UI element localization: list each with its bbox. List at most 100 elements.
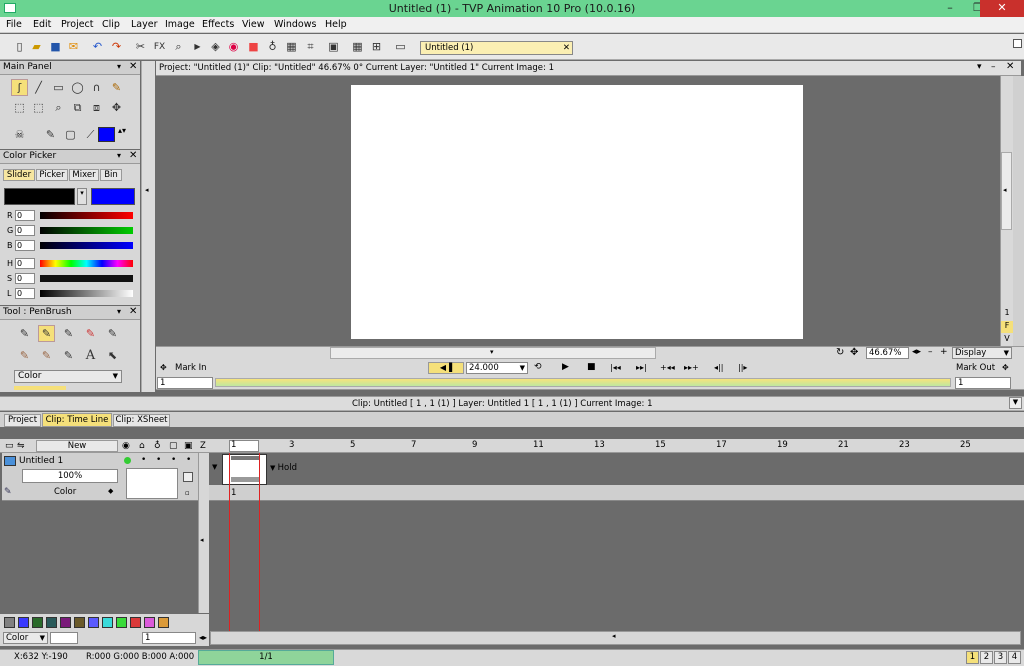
tool-menu-icon[interactable]: ▾ bbox=[117, 307, 121, 316]
export-icon[interactable]: ✉ bbox=[65, 38, 82, 55]
layer-mode-chevron-icon[interactable]: ◆ bbox=[108, 487, 113, 495]
left-splitter[interactable] bbox=[141, 61, 155, 392]
color-swatch-2[interactable] bbox=[18, 617, 29, 628]
layer-name[interactable]: Untitled 1 bbox=[19, 456, 63, 466]
color-menu-icon[interactable]: ▾ bbox=[117, 151, 121, 160]
bottom-mode-select[interactable]: Color ▼ bbox=[3, 632, 48, 644]
page-button-1[interactable]: 1 bbox=[966, 651, 979, 664]
next-key-icon[interactable]: ▸▸+ bbox=[684, 363, 699, 372]
timeline-collapse-icon[interactable]: ◂ bbox=[200, 536, 204, 544]
tab-slider[interactable]: Slider bbox=[3, 169, 35, 181]
select-arrow-icon[interactable]: ⬉ bbox=[104, 347, 121, 364]
fx-button[interactable]: FX bbox=[151, 38, 168, 55]
color-swatch-5[interactable] bbox=[60, 617, 71, 628]
transform-tool-icon[interactable]: ⧉ bbox=[69, 99, 86, 116]
crop-icon[interactable]: ⌗ bbox=[302, 38, 319, 55]
film-icon[interactable]: ▣ bbox=[325, 38, 342, 55]
tab-mixer[interactable]: Mixer bbox=[69, 169, 99, 181]
side-label-1[interactable]: 1 bbox=[1001, 308, 1013, 320]
fit-view-icon[interactable]: ✥ bbox=[850, 347, 858, 358]
main-panel-close[interactable]: ✕ bbox=[129, 61, 137, 72]
menu-image[interactable]: Image bbox=[165, 19, 195, 30]
zoom-plus-icon[interactable]: + bbox=[940, 347, 948, 357]
primary-color-swatch[interactable] bbox=[4, 188, 75, 205]
sound-toggle-icon[interactable]: ◀▐ bbox=[428, 362, 464, 374]
slider-l-bar[interactable] bbox=[40, 290, 133, 297]
color-chip-icon[interactable] bbox=[98, 127, 115, 142]
table-icon[interactable]: ▦ bbox=[349, 38, 366, 55]
select-dots-icon[interactable]: ⬚ bbox=[30, 99, 47, 116]
collapse-left-icon[interactable]: ◂ bbox=[145, 186, 149, 194]
pan-tool-icon[interactable]: ✥ bbox=[108, 99, 125, 116]
layer-stencil-dot[interactable]: • bbox=[171, 455, 176, 465]
menu-clip[interactable]: Clip bbox=[102, 19, 120, 30]
slider-r-bar[interactable] bbox=[40, 212, 133, 219]
layer-camera-dot[interactable]: • bbox=[186, 455, 191, 465]
brush-6-icon[interactable]: ✎ bbox=[16, 347, 33, 364]
tool-panel-close[interactable]: ✕ bbox=[129, 306, 137, 317]
mark-out-input[interactable]: 1 bbox=[955, 377, 1011, 389]
freehand-tool-icon[interactable]: ʃ bbox=[11, 79, 28, 96]
gradient-icon[interactable]: ■ bbox=[245, 38, 262, 55]
slider-h-input[interactable]: 0 bbox=[15, 258, 35, 269]
tool-mode-select[interactable]: Color ▼ bbox=[14, 370, 122, 383]
brush-8-icon[interactable]: ✎ bbox=[60, 347, 77, 364]
zoom-icon[interactable]: ⌕ bbox=[170, 38, 187, 55]
undo-icon[interactable]: ↶ bbox=[89, 38, 106, 55]
menu-help[interactable]: Help bbox=[325, 19, 347, 30]
magnify-tool-icon[interactable]: ⌕ bbox=[50, 99, 67, 116]
color-swatch-8[interactable] bbox=[102, 617, 113, 628]
timeline-menu-icon[interactable]: ▼ bbox=[1009, 397, 1022, 409]
secondary-color-swatch[interactable] bbox=[91, 188, 135, 205]
color-swatch-11[interactable] bbox=[144, 617, 155, 628]
close-tab-icon[interactable]: ✕ bbox=[563, 42, 570, 54]
slider-b-bar[interactable] bbox=[40, 242, 133, 249]
reset-view-icon[interactable]: ↻ bbox=[836, 347, 844, 358]
layer-lock-dot[interactable]: • bbox=[141, 455, 146, 465]
page-button-3[interactable]: 3 bbox=[994, 651, 1007, 664]
step-forward-icon[interactable]: ||▸ bbox=[738, 363, 747, 372]
line-tool-icon[interactable]: ╱ bbox=[30, 79, 47, 96]
loop-icon[interactable]: ⟲ bbox=[534, 362, 542, 372]
select-rect-icon[interactable]: ⬚ bbox=[11, 99, 28, 116]
tools-icon[interactable]: ✂ bbox=[132, 38, 149, 55]
stencil-icon[interactable]: ▢ bbox=[169, 441, 178, 451]
minimize-button[interactable]: – bbox=[936, 0, 964, 17]
slider-r-input[interactable]: 0 bbox=[15, 210, 35, 221]
prev-key-icon[interactable]: +◂◂ bbox=[660, 363, 675, 372]
text-tool-icon[interactable]: A bbox=[82, 347, 99, 364]
zoom-arrows-icon[interactable]: ◂▸ bbox=[912, 347, 921, 357]
color-swatch-4[interactable] bbox=[46, 617, 57, 628]
curve-tool-icon[interactable]: ∩ bbox=[88, 79, 105, 96]
layer-thumbnail[interactable] bbox=[126, 468, 178, 499]
menu-edit[interactable]: Edit bbox=[33, 19, 51, 30]
viewer-menu-icon[interactable]: ▾ bbox=[977, 62, 982, 72]
brush-1-icon[interactable]: ✎ bbox=[16, 325, 33, 342]
color-swap-icon[interactable]: ▾ bbox=[77, 188, 87, 205]
color-swatch-10[interactable] bbox=[130, 617, 141, 628]
slider-l-input[interactable]: 0 bbox=[15, 288, 35, 299]
layers-icon[interactable]: ◈ bbox=[207, 38, 224, 55]
grid-icon[interactable]: ▦ bbox=[283, 38, 300, 55]
timeline-range-bar[interactable] bbox=[215, 378, 951, 387]
rect-tool-icon[interactable]: ▭ bbox=[50, 79, 67, 96]
tab-project[interactable]: Project bbox=[4, 414, 41, 427]
bottom-arrows-icon[interactable]: ◂▸ bbox=[199, 633, 207, 642]
first-frame-icon[interactable]: |◂◂ bbox=[610, 363, 621, 372]
swap-color-icon[interactable]: ▴▾ bbox=[118, 126, 126, 135]
layer-options-icon[interactable]: ⇋ bbox=[17, 441, 25, 451]
page-button-4[interactable]: 4 bbox=[1008, 651, 1021, 664]
lock-icon[interactable]: ⌂ bbox=[139, 441, 145, 451]
tab-bin[interactable]: Bin bbox=[100, 169, 122, 181]
slider-s-input[interactable]: 0 bbox=[15, 273, 35, 284]
side-label-f[interactable]: F bbox=[1001, 321, 1013, 333]
visibility-eye-icon[interactable]: ◉ bbox=[122, 441, 130, 451]
mark-in-label[interactable]: Mark In bbox=[175, 363, 207, 373]
bottom-value-input[interactable]: 1 bbox=[142, 632, 196, 644]
warp-tool-icon[interactable]: ⧈ bbox=[88, 99, 105, 116]
bottom-color-box[interactable] bbox=[50, 632, 78, 644]
last-frame-icon[interactable]: ▸▸| bbox=[636, 363, 647, 372]
close-button[interactable]: ✕ bbox=[980, 0, 1024, 17]
menu-view[interactable]: View bbox=[242, 19, 265, 30]
layer-track[interactable] bbox=[209, 453, 1024, 485]
